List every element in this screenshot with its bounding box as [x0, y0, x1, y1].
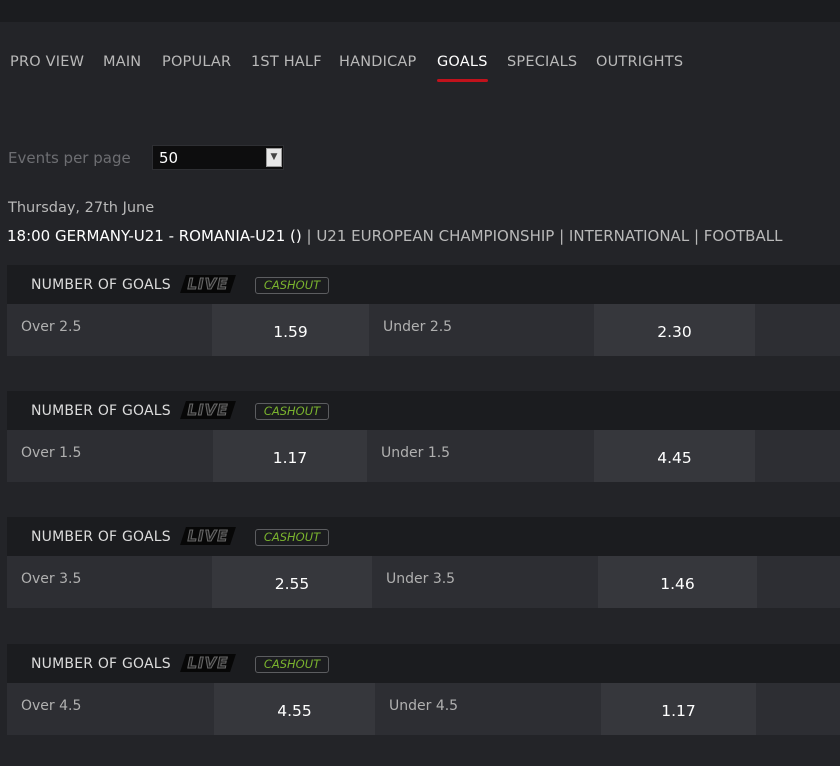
- tab-goals[interactable]: GOALS: [437, 54, 488, 82]
- live-badge: LIVE: [180, 275, 236, 294]
- event-header: 18:00 GERMANY-U21 - ROMANIA-U21 () | U21…: [7, 227, 782, 245]
- tab-1st-half[interactable]: 1ST HALF: [251, 54, 322, 70]
- market-title: NUMBER OF GOALS: [31, 529, 171, 545]
- market-title: NUMBER OF GOALS: [31, 403, 171, 419]
- tab-popular[interactable]: POPULAR: [162, 54, 231, 70]
- separator: |: [689, 227, 704, 245]
- under-label: Under 3.5: [386, 571, 456, 587]
- live-badge-label: LIVE: [187, 275, 229, 294]
- over-odds-button[interactable]: 1.59: [212, 304, 369, 356]
- over-label: Over 3.5: [21, 571, 82, 587]
- top-bar: [0, 0, 840, 22]
- cashout-badge: CASHOUT: [255, 656, 329, 673]
- market-card: NUMBER OF GOALS LIVE CASHOUT Over 2.5 1.…: [7, 265, 840, 357]
- over-odds-button[interactable]: 2.55: [212, 556, 372, 608]
- market-header: NUMBER OF GOALS LIVE CASHOUT: [7, 644, 840, 683]
- under-odds-button[interactable]: 2.30: [594, 304, 755, 356]
- live-badge-label: LIVE: [187, 527, 229, 546]
- over-odds-button[interactable]: 4.55: [214, 683, 375, 735]
- chevron-down-icon[interactable]: ▼: [266, 148, 282, 167]
- cashout-badge: CASHOUT: [255, 277, 329, 294]
- over-label: Over 2.5: [21, 319, 82, 335]
- live-badge-label: LIVE: [187, 654, 229, 673]
- market-card: NUMBER OF GOALS LIVE CASHOUT Over 3.5 2.…: [7, 517, 840, 609]
- tab-main[interactable]: MAIN: [103, 54, 141, 70]
- separator: |: [301, 227, 317, 245]
- market-row: Over 3.5 2.55 Under 3.5 1.46: [7, 556, 840, 608]
- market-title: NUMBER OF GOALS: [31, 277, 171, 293]
- live-badge: LIVE: [180, 401, 236, 420]
- market-title: NUMBER OF GOALS: [31, 656, 171, 672]
- under-label: Under 1.5: [381, 445, 451, 461]
- market-card: NUMBER OF GOALS LIVE CASHOUT Over 4.5 4.…: [7, 644, 840, 736]
- over-label: Over 1.5: [21, 445, 82, 461]
- events-per-page-label: Events per page: [8, 149, 131, 167]
- live-badge: LIVE: [180, 654, 236, 673]
- over-odds-button[interactable]: 1.17: [213, 430, 367, 482]
- event-sport[interactable]: FOOTBALL: [704, 227, 783, 245]
- market-row: Over 2.5 1.59 Under 2.5 2.30: [7, 304, 840, 356]
- live-badge: LIVE: [180, 527, 236, 546]
- under-label: Under 4.5: [389, 698, 459, 714]
- under-odds-button[interactable]: 4.45: [594, 430, 755, 482]
- events-per-page-select[interactable]: 50 ▼: [152, 145, 284, 170]
- under-odds-button[interactable]: 1.46: [598, 556, 757, 608]
- live-badge-label: LIVE: [187, 401, 229, 420]
- over-label: Over 4.5: [21, 698, 82, 714]
- market-card: NUMBER OF GOALS LIVE CASHOUT Over 1.5 1.…: [7, 391, 840, 483]
- tab-handicap[interactable]: HANDICAP: [339, 54, 417, 70]
- separator: |: [554, 227, 569, 245]
- market-header: NUMBER OF GOALS LIVE CASHOUT: [7, 391, 840, 430]
- event-match[interactable]: 18:00 GERMANY-U21 - ROMANIA-U21 (): [7, 227, 302, 245]
- market-row: Over 4.5 4.55 Under 4.5 1.17: [7, 683, 840, 735]
- tab-specials[interactable]: SPECIALS: [507, 54, 577, 70]
- under-label: Under 2.5: [383, 319, 453, 335]
- events-per-page-value: 50: [159, 149, 179, 167]
- market-row: Over 1.5 1.17 Under 1.5 4.45: [7, 430, 840, 482]
- under-odds-button[interactable]: 1.17: [601, 683, 756, 735]
- event-region[interactable]: INTERNATIONAL: [569, 227, 689, 245]
- tab-pro-view[interactable]: PRO VIEW: [10, 54, 84, 70]
- market-header: NUMBER OF GOALS LIVE CASHOUT: [7, 517, 840, 556]
- cashout-badge: CASHOUT: [255, 529, 329, 546]
- tab-outrights[interactable]: OUTRIGHTS: [596, 54, 683, 70]
- event-competition[interactable]: U21 EUROPEAN CHAMPIONSHIP: [316, 227, 554, 245]
- cashout-badge: CASHOUT: [255, 403, 329, 420]
- market-header: NUMBER OF GOALS LIVE CASHOUT: [7, 265, 840, 304]
- event-date: Thursday, 27th June: [8, 200, 155, 216]
